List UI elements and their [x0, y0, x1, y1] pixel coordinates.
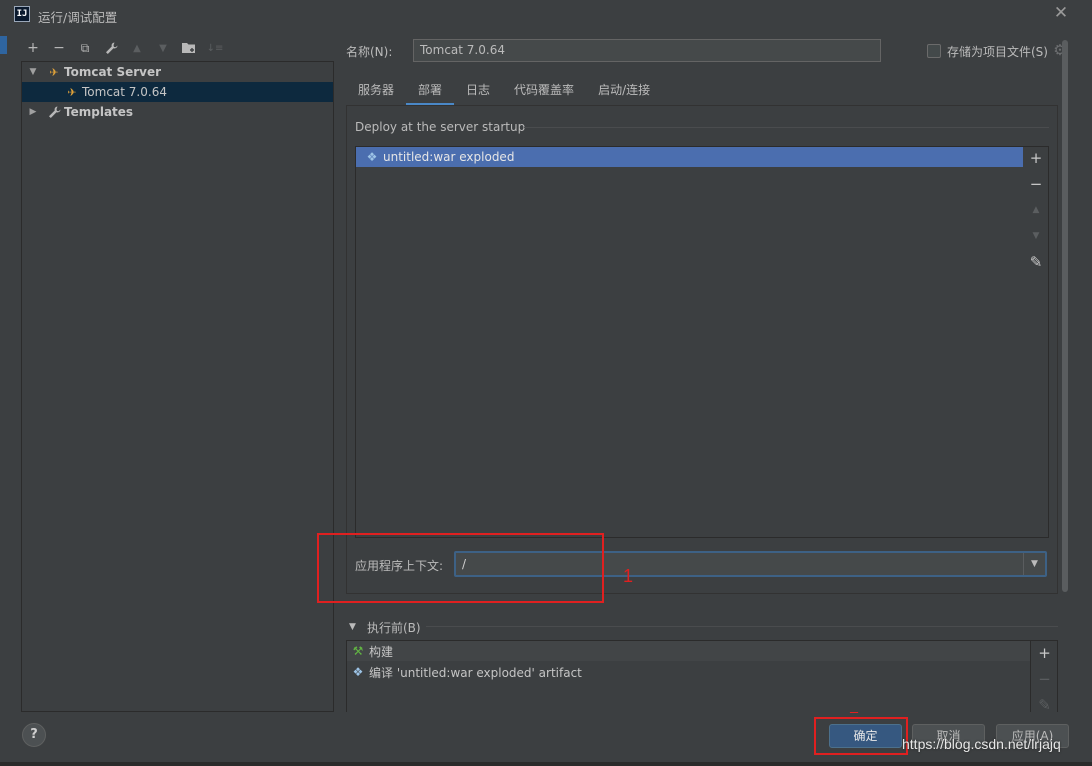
config-tree: ▼ ✈ Tomcat Server ✈ Tomcat 7.0.64 ▶ Temp…: [21, 61, 334, 712]
tree-item-tomcat-server[interactable]: ▼ ✈ Tomcat Server: [22, 62, 333, 82]
tree-item-label: Tomcat Server: [64, 65, 162, 79]
before-launch-item-label: 构建: [369, 644, 394, 659]
edit-pencil-icon[interactable]: ✎: [1031, 694, 1058, 716]
watermark-text: https://blog.csdn.net/lrjajq: [902, 736, 1061, 752]
annotation-box-1: [317, 533, 604, 603]
title-bar: IJ 运行/调试配置 ✕: [0, 0, 1092, 30]
tab-startup-connection[interactable]: 启动/连接: [586, 76, 662, 106]
section-divider: [524, 127, 1049, 128]
name-input[interactable]: Tomcat 7.0.64: [413, 39, 881, 62]
name-label: 名称(N):: [346, 45, 393, 59]
store-as-project-file-checkbox[interactable]: [927, 44, 941, 58]
annotation-number-1: 1: [623, 566, 634, 586]
intellij-app-icon: IJ: [14, 6, 30, 22]
chevron-down-icon[interactable]: ▼: [1023, 553, 1045, 575]
sort-icon[interactable]: ↓≡: [204, 38, 226, 58]
before-launch-item-build[interactable]: ⚒ 构建: [347, 641, 1030, 661]
add-config-icon[interactable]: +: [22, 38, 44, 58]
store-as-project-file-label[interactable]: 存储为项目文件(S): [947, 43, 1048, 60]
move-down-icon[interactable]: ▼: [1023, 225, 1049, 247]
chevron-right-icon[interactable]: ▶: [26, 107, 40, 117]
hammer-icon: ⚒: [352, 644, 364, 658]
tomcat-icon: ✈: [67, 85, 77, 99]
wrench-icon: [46, 104, 62, 120]
before-launch-divider: [426, 626, 1058, 627]
artifact-icon: ❖: [352, 665, 364, 679]
before-launch-item-artifact[interactable]: ❖ 编译 'untitled:war exploded' artifact: [347, 662, 1030, 682]
add-icon[interactable]: +: [1031, 642, 1058, 664]
wrench-icon-svg: [48, 106, 60, 118]
before-launch-item-label: 编译 'untitled:war exploded' artifact: [369, 665, 582, 680]
edit-pencil-icon[interactable]: ✎: [1023, 251, 1049, 273]
wrench-icon-svg: [105, 42, 117, 54]
window-title: 运行/调试配置: [38, 10, 118, 25]
remove-icon[interactable]: −: [1031, 668, 1058, 690]
deploy-list-item[interactable]: ❖ untitled:war exploded: [356, 147, 1023, 167]
deploy-side-toolbar: + − ▲ ▼ ✎: [1023, 146, 1049, 538]
remove-config-icon[interactable]: −: [48, 38, 70, 58]
deploy-item-label: untitled:war exploded: [383, 150, 515, 164]
folder-icon-svg: [181, 43, 195, 53]
tree-item-templates[interactable]: ▶ Templates: [22, 102, 333, 122]
add-icon[interactable]: +: [1023, 147, 1049, 169]
chevron-down-icon[interactable]: ▼: [349, 622, 356, 632]
tab-code-coverage[interactable]: 代码覆盖率: [502, 76, 586, 106]
tab-logs[interactable]: 日志: [454, 76, 502, 106]
tree-item-tomcat-7[interactable]: ✈ Tomcat 7.0.64: [22, 82, 333, 102]
remove-icon[interactable]: −: [1023, 173, 1049, 195]
tab-deployment[interactable]: 部署: [406, 76, 455, 106]
before-launch-label[interactable]: 执行前(B): [367, 619, 421, 636]
move-up-icon[interactable]: ▲: [126, 38, 148, 58]
before-launch-toolbar: + − ✎: [1031, 640, 1058, 714]
vertical-scrollbar[interactable]: [1062, 40, 1068, 592]
move-down-icon[interactable]: ▼: [152, 38, 174, 58]
folder-icon[interactable]: [178, 38, 200, 58]
config-toolbar: + − ⧉ ▲ ▼ ↓≡: [22, 38, 226, 58]
chevron-down-icon[interactable]: ▼: [26, 67, 40, 77]
artifact-icon: ❖: [366, 150, 378, 164]
config-tabs: 服务器 部署 日志 代码覆盖率 启动/连接: [346, 76, 662, 106]
help-button[interactable]: ?: [22, 723, 46, 747]
tree-item-label: Tomcat 7.0.64: [82, 85, 167, 99]
close-icon[interactable]: ✕: [1052, 4, 1070, 22]
deploy-section-title: Deploy at the server startup: [355, 120, 526, 134]
background-selection-stub: [0, 36, 7, 54]
wrench-icon[interactable]: [100, 38, 122, 58]
before-launch-list: ⚒ 构建 ❖ 编译 'untitled:war exploded' artifa…: [346, 640, 1031, 712]
bottom-border: [0, 762, 1092, 766]
tab-server[interactable]: 服务器: [346, 76, 406, 106]
tree-item-label: Templates: [64, 105, 134, 119]
ok-button[interactable]: 确定: [829, 724, 902, 748]
tomcat-icon: ✈: [49, 65, 59, 79]
copy-config-icon[interactable]: ⧉: [74, 38, 96, 58]
deploy-list: ❖ untitled:war exploded: [355, 146, 1024, 538]
move-up-icon[interactable]: ▲: [1023, 199, 1049, 221]
